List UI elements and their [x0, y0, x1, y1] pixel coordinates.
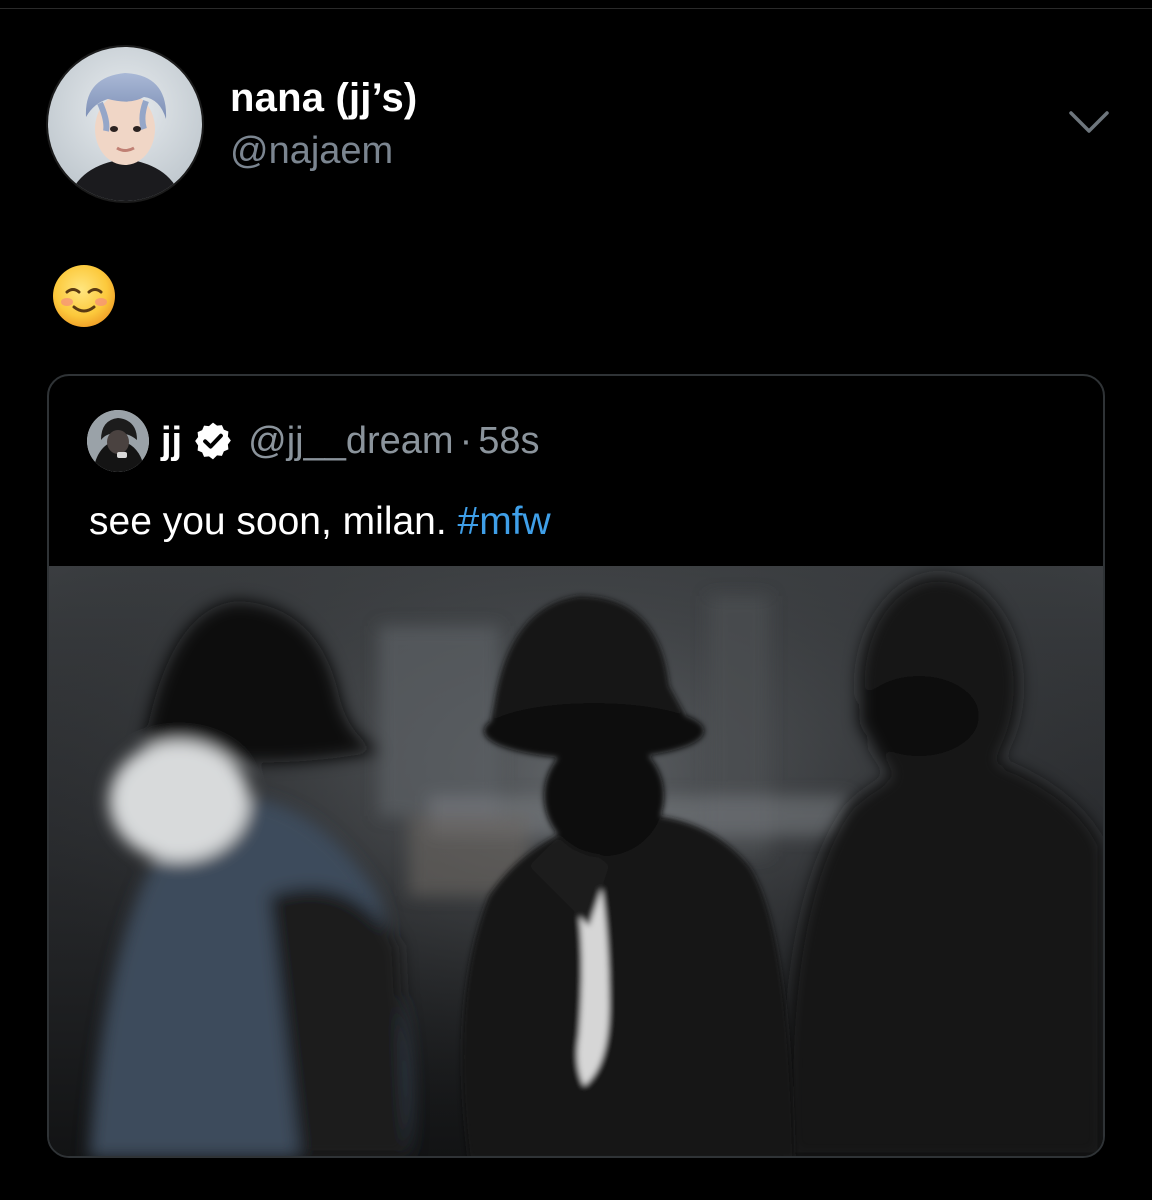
- author-handle[interactable]: @najaem: [230, 130, 393, 173]
- chevron-down-icon[interactable]: [1066, 104, 1112, 140]
- quoted-author-avatar[interactable]: [87, 410, 149, 472]
- profile-photo-icon: [48, 47, 202, 201]
- quoted-timestamp[interactable]: 58s: [478, 420, 539, 463]
- quoted-tweet-photo[interactable]: [49, 566, 1103, 1156]
- smiling-face-emoji-icon: [50, 262, 118, 330]
- quoted-author-display-name[interactable]: jj: [161, 420, 182, 463]
- quoted-tweet-text-main: see you soon, milan.: [89, 500, 458, 543]
- author-display-name[interactable]: nana (jj’s): [230, 76, 417, 121]
- separator-dot: ·: [459, 419, 473, 462]
- verified-badge-icon: [192, 420, 234, 462]
- quoted-tweet-header: jj @jj__dream · 58s: [87, 410, 540, 472]
- quoted-author-handle[interactable]: @jj__dream: [248, 420, 453, 463]
- quoted-tweet-text: see you soon, milan. #mfw: [89, 500, 551, 544]
- author-avatar[interactable]: [46, 45, 204, 203]
- top-divider: [0, 8, 1152, 9]
- profile-photo-icon: [87, 410, 149, 472]
- hashtag-link[interactable]: #mfw: [458, 500, 551, 543]
- quoted-tweet-card[interactable]: jj @jj__dream · 58s see you soon, milan.…: [47, 374, 1105, 1158]
- photo-image: [49, 566, 1103, 1156]
